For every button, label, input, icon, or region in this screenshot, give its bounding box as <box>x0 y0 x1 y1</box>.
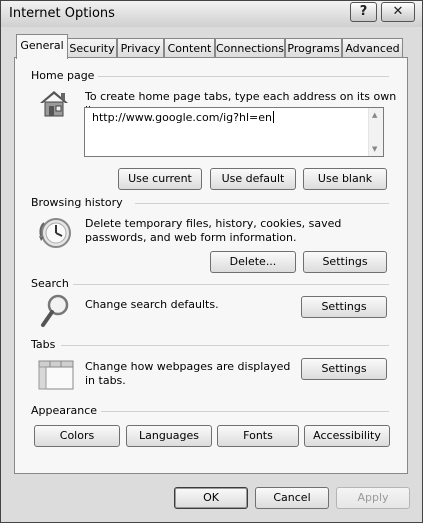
browsing-history-settings-button[interactable]: Settings <box>303 251 387 273</box>
use-default-button[interactable]: Use default <box>210 168 296 190</box>
magnifier-icon <box>40 293 72 332</box>
use-blank-button[interactable]: Use blank <box>303 168 387 190</box>
scroll-up-arrow-icon[interactable]: ▲ <box>372 111 377 119</box>
close-button[interactable]: ✕ <box>381 2 415 22</box>
window-title: Internet Options <box>9 6 115 21</box>
browsing-history-divider <box>135 203 389 204</box>
appearance-divider <box>96 411 389 412</box>
delete-history-button[interactable]: Delete... <box>210 251 296 273</box>
tab-programs[interactable]: Programs <box>285 38 342 58</box>
languages-button[interactable]: Languages <box>126 425 212 447</box>
scroll-down-arrow-icon[interactable]: ▼ <box>372 145 377 153</box>
title-bar[interactable]: Internet Options ? ✕ <box>1 1 422 27</box>
tab-security[interactable]: Security <box>67 38 117 58</box>
clock-icon <box>38 216 74 253</box>
url-field-scrollbar[interactable]: ▲ ▼ <box>368 108 383 156</box>
search-divider <box>73 284 389 285</box>
text-caret <box>272 111 274 123</box>
help-button[interactable]: ? <box>350 2 377 22</box>
tabs-description: Change how webpages are displayed in tab… <box>85 360 291 387</box>
tab-general[interactable]: General <box>16 34 68 59</box>
cancel-button[interactable]: Cancel <box>255 487 329 509</box>
apply-button[interactable]: Apply <box>336 487 410 509</box>
home-page-label: Home page <box>31 69 99 82</box>
appearance-label: Appearance <box>31 404 102 417</box>
tab-connections[interactable]: Connections <box>215 38 285 58</box>
search-label: Search <box>31 277 73 290</box>
tabs-icon <box>38 359 74 394</box>
browsing-history-description: Delete temporary files, history, cookies… <box>85 217 342 244</box>
tabs-settings-button[interactable]: Settings <box>301 358 387 380</box>
internet-options-window: Internet Options ? ✕ General Security Pr… <box>0 0 423 523</box>
use-current-button[interactable]: Use current <box>118 168 202 190</box>
colors-button[interactable]: Colors <box>34 425 120 447</box>
tab-privacy[interactable]: Privacy <box>117 38 164 58</box>
tab-advanced[interactable]: Advanced <box>342 38 403 58</box>
tab-content[interactable]: Content <box>164 38 215 58</box>
fonts-button[interactable]: Fonts <box>217 425 299 447</box>
search-description: Change search defaults. <box>85 298 219 311</box>
home-page-divider <box>91 76 389 77</box>
tabs-label: Tabs <box>31 338 60 351</box>
tabs-divider <box>61 345 389 346</box>
house-icon <box>37 87 71 124</box>
search-settings-button[interactable]: Settings <box>301 296 387 318</box>
home-page-url-text: http://www.google.com/ig?hl=en <box>92 111 272 124</box>
accessibility-button[interactable]: Accessibility <box>304 425 390 447</box>
ok-button[interactable]: OK <box>174 487 248 509</box>
browsing-history-label: Browsing history <box>31 196 127 209</box>
home-page-url-field[interactable]: http://www.google.com/ig?hl=en ▲ ▼ <box>84 107 384 157</box>
